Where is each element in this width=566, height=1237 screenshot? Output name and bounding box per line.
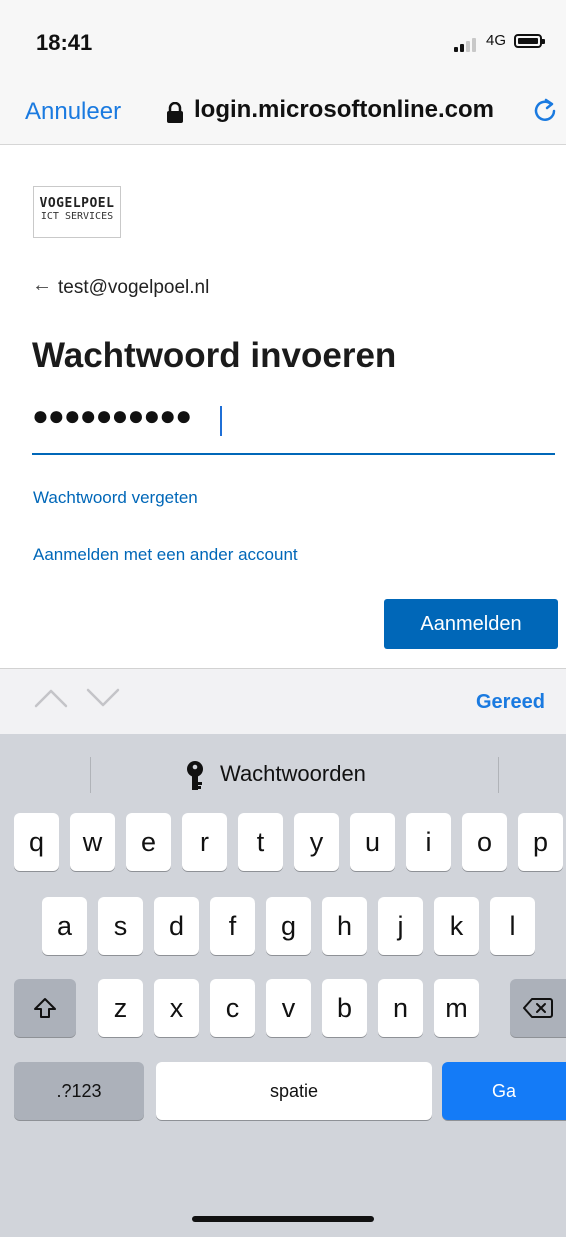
- key-y[interactable]: y: [294, 813, 339, 871]
- key-x[interactable]: x: [154, 979, 199, 1037]
- url-text[interactable]: login.microsoftonline.com: [194, 96, 516, 124]
- home-indicator[interactable]: [192, 1216, 374, 1222]
- key-o[interactable]: o: [462, 813, 507, 871]
- key-n[interactable]: n: [378, 979, 423, 1037]
- key-p[interactable]: p: [518, 813, 563, 871]
- forgot-password-link[interactable]: Wachtwoord vergeten: [33, 488, 198, 508]
- chevron-up-icon[interactable]: [34, 688, 68, 708]
- key-s[interactable]: s: [98, 897, 143, 955]
- key-q[interactable]: q: [14, 813, 59, 871]
- key-v[interactable]: v: [266, 979, 311, 1037]
- key-u[interactable]: u: [350, 813, 395, 871]
- text-caret: [220, 406, 222, 436]
- account-email[interactable]: test@vogelpoel.nl: [58, 277, 209, 299]
- key-w[interactable]: w: [70, 813, 115, 871]
- page-title: Wachtwoord invoeren: [32, 336, 397, 375]
- key-a[interactable]: a: [42, 897, 87, 955]
- status-time: 18:41: [36, 30, 93, 55]
- key-i[interactable]: i: [406, 813, 451, 871]
- back-arrow-icon[interactable]: ←: [32, 274, 52, 297]
- key-b[interactable]: b: [322, 979, 367, 1037]
- suggestion-divider: [498, 757, 499, 793]
- key-f[interactable]: f: [210, 897, 255, 955]
- key-m[interactable]: m: [434, 979, 479, 1037]
- battery-icon: [514, 34, 545, 48]
- password-suggestion[interactable]: Wachtwoorden: [220, 761, 366, 787]
- company-logo: VOGELPOEL ICT SERVICES: [33, 186, 121, 238]
- key-j[interactable]: j: [378, 897, 423, 955]
- password-input-underline: [32, 453, 555, 455]
- space-key[interactable]: spatie: [156, 1062, 432, 1120]
- backspace-icon: [523, 998, 553, 1018]
- key-g[interactable]: g: [266, 897, 311, 955]
- key-z[interactable]: z: [98, 979, 143, 1037]
- logo-line-1: VOGELPOEL: [39, 196, 115, 211]
- logo-line-2: ICT SERVICES: [40, 211, 114, 222]
- shift-key[interactable]: [14, 979, 76, 1037]
- reload-icon[interactable]: [532, 96, 558, 124]
- other-account-link[interactable]: Aanmelden met een ander account: [33, 545, 298, 565]
- shift-icon: [34, 998, 56, 1018]
- lock-icon: [167, 102, 183, 123]
- key-k[interactable]: k: [434, 897, 479, 955]
- key-l[interactable]: l: [490, 897, 535, 955]
- backspace-key[interactable]: [510, 979, 566, 1037]
- cancel-button[interactable]: Annuleer: [25, 98, 121, 126]
- signal-icon: [454, 38, 476, 52]
- key-icon: [187, 761, 203, 790]
- done-button[interactable]: Gereed: [476, 691, 545, 714]
- key-e[interactable]: e: [126, 813, 171, 871]
- chevron-down-icon[interactable]: [86, 688, 120, 708]
- key-c[interactable]: c: [210, 979, 255, 1037]
- signin-button[interactable]: Aanmelden: [384, 599, 558, 649]
- key-d[interactable]: d: [154, 897, 199, 955]
- suggestion-divider: [90, 757, 91, 793]
- network-type: 4G: [486, 32, 507, 49]
- key-h[interactable]: h: [322, 897, 367, 955]
- numbers-key[interactable]: .?123: [14, 1062, 144, 1120]
- go-key[interactable]: Ga: [442, 1062, 566, 1120]
- key-t[interactable]: t: [238, 813, 283, 871]
- key-r[interactable]: r: [182, 813, 227, 871]
- password-input[interactable]: ●●●●●●●●●●: [32, 400, 192, 432]
